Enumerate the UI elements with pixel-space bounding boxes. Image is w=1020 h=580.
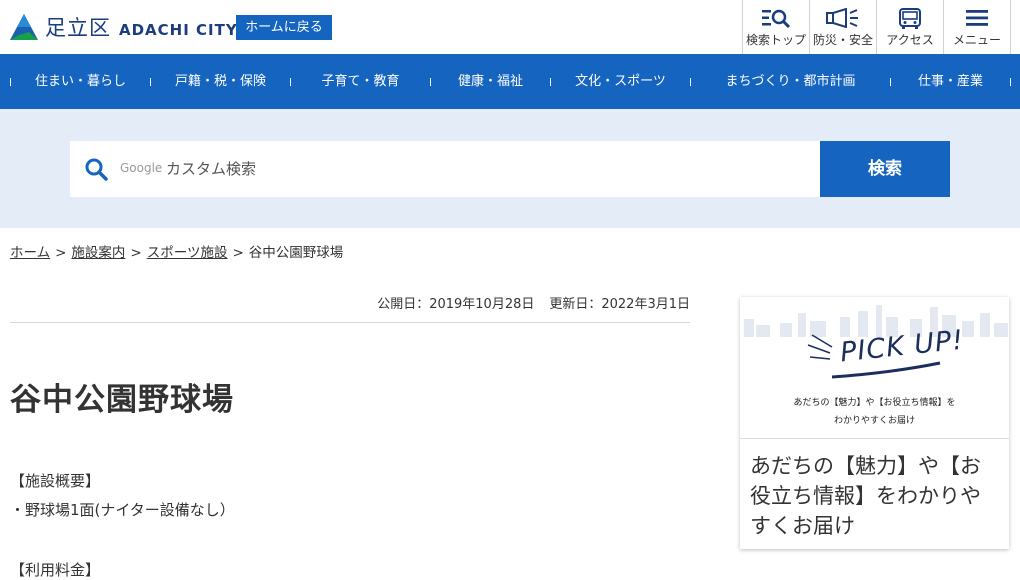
megaphone-icon	[826, 8, 858, 28]
overview-item: ・野球場1面(ナイター設備なし）	[10, 501, 235, 519]
updated-date: 更新日：2022年3月1日	[549, 297, 690, 312]
nav-item-work[interactable]: 仕事・産業	[891, 54, 1010, 109]
section-heading-fees: 【利用料金】	[10, 561, 101, 579]
breadcrumb-sports-link[interactable]: スポーツ施設	[147, 245, 228, 261]
tool-menu[interactable]: メニュー	[943, 0, 1011, 54]
breadcrumb-current: 谷中公園野球場	[248, 245, 344, 261]
pickup-caption-line1: あだちの【魅力】や【お役立ち情報】を	[793, 398, 956, 408]
bus-icon	[899, 8, 921, 29]
site-header: 足立区 ADACHI CITY ホームに戻る 検索トップ 防災・安全 アクセス …	[0, 0, 1020, 54]
home-button[interactable]: ホームに戻る	[236, 15, 332, 40]
nav-item-culture-sports[interactable]: 文化・スポーツ	[551, 54, 690, 109]
search-icon	[85, 158, 108, 181]
pickup-card-text[interactable]: あだちの【魅力】や【お役立ち情報】をわかりやすくお届け	[750, 451, 1000, 541]
site-logo[interactable]: 足立区 ADACHI CITY	[9, 11, 238, 45]
tool-label: メニュー	[952, 33, 1001, 47]
pickup-caption-line2: わかりやすくお届け	[833, 416, 915, 426]
breadcrumb-separator: >	[130, 245, 142, 261]
page-dates: 公開日：2019年10月28日 更新日：2022年3月1日	[10, 293, 690, 312]
published-date: 公開日：2019年10月28日	[377, 297, 535, 312]
breadcrumb-separator: >	[55, 245, 67, 261]
breadcrumb-home-link[interactable]: ホーム	[10, 245, 50, 261]
tool-access[interactable]: アクセス	[876, 0, 943, 54]
nav-item-childcare[interactable]: 子育て・教育	[291, 54, 430, 109]
nav-item-housing[interactable]: 住まい・暮らし	[11, 54, 150, 109]
tool-safety[interactable]: 防災・安全	[809, 0, 876, 54]
tool-label: アクセス	[886, 33, 934, 47]
tool-search-top[interactable]: 検索トップ	[742, 0, 809, 54]
nav-item-family-register[interactable]: 戸籍・税・保険	[151, 54, 290, 109]
header-tools: 検索トップ 防災・安全 アクセス メニュー	[742, 0, 1011, 54]
nav-item-health[interactable]: 健康・福祉	[431, 54, 550, 109]
logo-kanji: 足立区	[45, 16, 111, 40]
nav-item-urban-planning[interactable]: まちづくり・都市計画	[691, 54, 890, 109]
global-nav: 住まい・暮らし 戸籍・税・保険 子育て・教育 健康・福祉 文化・スポーツ まちづ…	[0, 54, 1020, 109]
search-button[interactable]: 検索	[820, 141, 950, 197]
search-list-icon	[762, 9, 791, 28]
search-box[interactable]: Google カスタム検索	[70, 141, 820, 197]
search-input[interactable]	[120, 141, 800, 197]
search-area: Google カスタム検索 検索	[0, 109, 1020, 228]
breadcrumb: ホーム > 施設案内 > スポーツ施設 > 谷中公園野球場	[10, 241, 343, 261]
divider	[10, 322, 690, 323]
logo-mark-icon	[10, 14, 38, 40]
tool-label: 検索トップ	[745, 33, 806, 47]
logo-roman: ADACHI CITY	[119, 21, 238, 39]
breadcrumb-separator: >	[232, 245, 244, 261]
pickup-card[interactable]: PICK UP! あだちの【魅力】や【お役立ち情報】を わかりやすくお届け あだ…	[740, 297, 1009, 549]
tool-label: 防災・安全	[812, 33, 873, 47]
page-title: 谷中公園野球場	[10, 382, 234, 418]
hamburger-menu-icon	[966, 10, 988, 26]
breadcrumb-facilities-link[interactable]: 施設案内	[71, 245, 125, 261]
pickup-banner-image: PICK UP! あだちの【魅力】や【お役立ち情報】を わかりやすくお届け	[740, 297, 1009, 439]
nav-separator	[1010, 78, 1011, 86]
section-heading-overview: 【施設概要】	[10, 472, 101, 490]
